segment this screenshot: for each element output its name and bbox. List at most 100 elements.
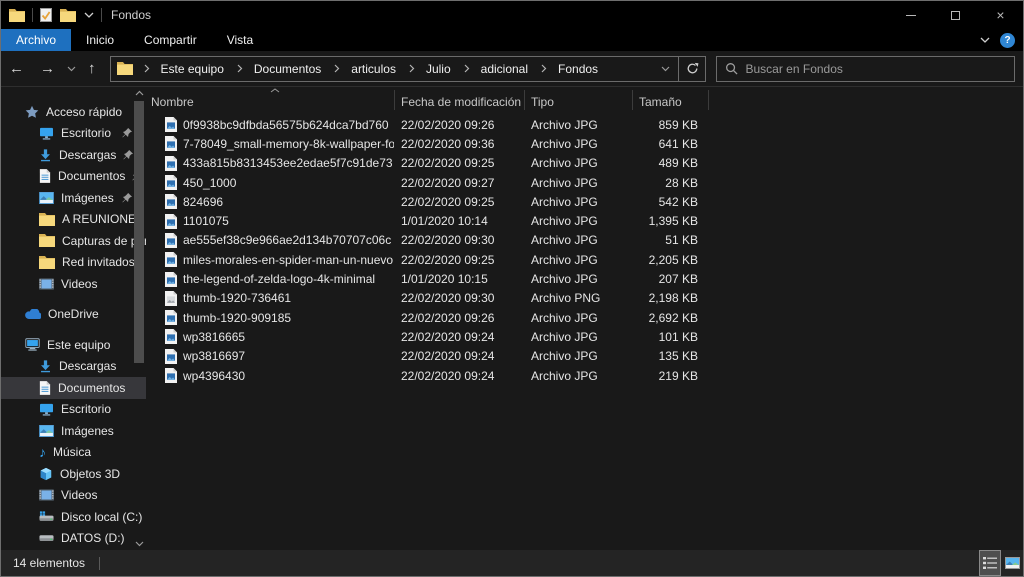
- sidebar-item-objetos-3d[interactable]: Objetos 3D: [1, 463, 146, 485]
- search-input[interactable]: [746, 62, 1007, 76]
- sidebar-item-imágenes[interactable]: Imágenes: [1, 187, 146, 209]
- minimize-icon: [906, 15, 916, 16]
- folder-icon: [39, 256, 55, 269]
- sidebar-item-descargas[interactable]: Descargas: [1, 144, 146, 166]
- file-date: 22/02/2020 09:26: [394, 311, 524, 325]
- breadcrumb-item[interactable]: Julio: [420, 62, 457, 76]
- sidebar-item-label: Escritorio: [61, 126, 111, 140]
- scrollbar-down-arrow[interactable]: [133, 538, 145, 550]
- sidebar-scrollbar[interactable]: [133, 87, 145, 550]
- column-header-tipo[interactable]: Tipo: [531, 87, 554, 113]
- file-name: ae555ef38c9e966ae2d134b70707c06c: [183, 233, 391, 247]
- file-row[interactable]: wp381669722/02/2020 09:24Archivo JPG135 …: [146, 347, 1023, 366]
- new-folder-icon[interactable]: [60, 9, 76, 22]
- file-row[interactable]: 433a815b8313453ee2edae5f7c91de7322/02/20…: [146, 154, 1023, 173]
- breadcrumb-chevron-icon[interactable]: [333, 64, 341, 73]
- sidebar-item-imágenes[interactable]: Imágenes: [1, 420, 146, 442]
- breadcrumb-chevron-icon[interactable]: [143, 64, 151, 73]
- column-header-fecha[interactable]: Fecha de modificación: [401, 87, 521, 113]
- sidebar-item-datos-d-[interactable]: DATOS (D:): [1, 528, 146, 550]
- scrollbar-up-arrow[interactable]: [133, 87, 145, 99]
- file-type: Archivo JPG: [524, 214, 632, 228]
- sidebar-item-disco-local-c-[interactable]: Disco local (C:): [1, 506, 146, 528]
- file-name: 0f9938bc9dfbda56575b624dca7bd760: [183, 118, 389, 132]
- ribbon-tab-bar: Archivo Inicio Compartir Vista ?: [1, 29, 1023, 51]
- file-row[interactable]: 450_100022/02/2020 09:27Archivo JPG28 KB: [146, 173, 1023, 192]
- file-row[interactable]: 11010751/01/2020 10:14Archivo JPG1,395 K…: [146, 211, 1023, 230]
- file-row[interactable]: wp439643022/02/2020 09:24Archivo JPG219 …: [146, 366, 1023, 385]
- file-row[interactable]: thumb-1920-73646122/02/2020 09:30Archivo…: [146, 289, 1023, 308]
- tab-vista[interactable]: Vista: [212, 29, 268, 51]
- sidebar-item-onedrive[interactable]: OneDrive: [1, 304, 146, 326]
- breadcrumb-chevron-icon[interactable]: [540, 64, 548, 73]
- file-jpg-icon: [165, 272, 177, 287]
- breadcrumb-item[interactable]: Fondos: [552, 62, 604, 76]
- sidebar-item-capturas-de-pan[interactable]: Capturas de pan: [1, 230, 146, 252]
- document-icon: [39, 381, 51, 395]
- column-divider[interactable]: [524, 90, 525, 110]
- file-row[interactable]: 82469622/02/2020 09:25Archivo JPG542 KB: [146, 192, 1023, 211]
- titlebar-separator: [32, 8, 33, 22]
- back-button[interactable]: ←: [1, 60, 32, 77]
- breadcrumb-item[interactable]: articulos: [345, 62, 402, 76]
- file-row[interactable]: wp381666522/02/2020 09:24Archivo JPG101 …: [146, 327, 1023, 346]
- forward-button[interactable]: →: [32, 60, 63, 77]
- file-date: 22/02/2020 09:25: [394, 253, 524, 267]
- sidebar-item-label: Red invitados: [62, 255, 135, 269]
- sidebar-item-música[interactable]: ♪Música: [1, 442, 146, 464]
- address-bar[interactable]: Este equipo Documentos articulos Julio adici…: [110, 56, 706, 82]
- file-size: 2,198 KB: [632, 291, 708, 305]
- file-row[interactable]: ae555ef38c9e966ae2d134b70707c06c22/02/20…: [146, 231, 1023, 250]
- maximize-button[interactable]: [933, 1, 978, 29]
- scrollbar-thumb[interactable]: [134, 101, 144, 363]
- help-icon[interactable]: ?: [1000, 33, 1015, 48]
- sidebar-item-descargas[interactable]: Descargas: [1, 356, 146, 378]
- thumbnails-view-button[interactable]: [1001, 550, 1023, 576]
- file-row[interactable]: 0f9938bc9dfbda56575b624dca7bd76022/02/20…: [146, 115, 1023, 134]
- breadcrumb-item[interactable]: Documentos: [248, 62, 327, 76]
- sidebar-item-a-reuniones[interactable]: A REUNIONES: [1, 209, 146, 231]
- previous-locations-button[interactable]: [652, 57, 678, 81]
- breadcrumb-chevron-icon[interactable]: [408, 64, 416, 73]
- search-box[interactable]: [716, 56, 1016, 82]
- desktop-icon: [39, 127, 54, 140]
- column-header-nombre[interactable]: Nombre: [151, 87, 194, 113]
- column-divider[interactable]: [632, 90, 633, 110]
- sidebar-item-acceso-rápido[interactable]: Acceso rápido: [1, 101, 146, 123]
- file-row[interactable]: 7-78049_small-memory-8k-wallpaper-for...…: [146, 134, 1023, 153]
- sidebar-item-documentos[interactable]: Documentos: [1, 377, 146, 399]
- properties-check-icon[interactable]: [40, 8, 52, 22]
- sidebar-item-escritorio[interactable]: Escritorio: [1, 399, 146, 421]
- column-divider[interactable]: [708, 90, 709, 110]
- file-row[interactable]: the-legend-of-zelda-logo-4k-minimal1/01/…: [146, 269, 1023, 288]
- details-view-button[interactable]: [979, 550, 1001, 576]
- desktop-icon: [39, 403, 54, 416]
- close-button[interactable]: ×: [978, 1, 1023, 29]
- sidebar-item-videos[interactable]: Videos: [1, 485, 146, 507]
- title-bar: Fondos ×: [1, 1, 1023, 29]
- status-separator: [99, 557, 100, 570]
- sidebar-item-este-equipo[interactable]: Este equipo: [1, 334, 146, 356]
- recent-locations-chevron-icon[interactable]: [63, 66, 80, 72]
- sidebar-item-documentos[interactable]: Documentos: [1, 166, 146, 188]
- sidebar-item-red-invitados[interactable]: Red invitados: [1, 252, 146, 274]
- navigation-toolbar: ← → ↑ Este equipo Documentos articulos Juli…: [1, 51, 1023, 87]
- sidebar-item-escritorio[interactable]: Escritorio: [1, 123, 146, 145]
- ribbon-expand-chevron-icon[interactable]: [980, 37, 990, 43]
- breadcrumb-item[interactable]: Este equipo: [155, 62, 230, 76]
- up-button[interactable]: ↑: [80, 60, 104, 77]
- breadcrumb-chevron-icon[interactable]: [236, 64, 244, 73]
- column-header-tamano[interactable]: Tamaño: [639, 87, 682, 113]
- sidebar-item-videos[interactable]: Videos: [1, 273, 146, 295]
- qat-customize-chevron-icon[interactable]: [84, 12, 94, 18]
- breadcrumb-item[interactable]: adicional: [475, 62, 534, 76]
- column-divider[interactable]: [394, 90, 395, 110]
- tab-compartir[interactable]: Compartir: [129, 29, 212, 51]
- minimize-button[interactable]: [888, 1, 933, 29]
- file-row[interactable]: miles-morales-en-spider-man-un-nuevo...2…: [146, 250, 1023, 269]
- refresh-button[interactable]: [679, 57, 705, 81]
- file-row[interactable]: thumb-1920-90918522/02/2020 09:26Archivo…: [146, 308, 1023, 327]
- tab-archivo[interactable]: Archivo: [1, 29, 71, 51]
- tab-inicio[interactable]: Inicio: [71, 29, 129, 51]
- breadcrumb-chevron-icon[interactable]: [463, 64, 471, 73]
